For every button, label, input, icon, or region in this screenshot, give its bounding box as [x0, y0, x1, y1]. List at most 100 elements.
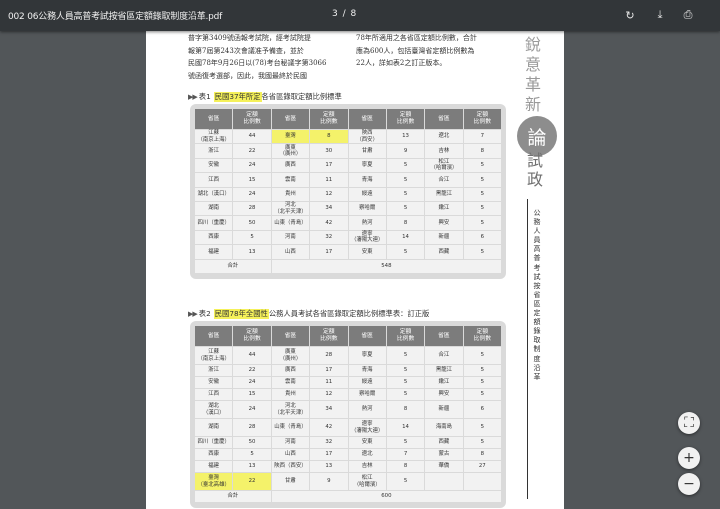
table-cell: 吉林: [425, 144, 463, 158]
table-cell: 松江 （哈爾濱）: [348, 473, 386, 490]
table-cell: 西藏: [425, 245, 463, 259]
table-cell: 34: [310, 201, 348, 216]
table-row: 江蘇 （南京上海） 44 廣東 （廣州） 28 寧夏 5 合江 5: [195, 347, 501, 364]
vertical-char: 公: [533, 209, 541, 217]
table-row: 江西 15 雲南 11 青海 5 合江 5: [195, 173, 501, 187]
table-cell: 15: [233, 173, 271, 187]
table-cell: 5: [463, 389, 501, 400]
table-cell: 5: [386, 473, 425, 490]
table-cell: [463, 473, 501, 490]
table-cell: 安徽: [195, 158, 233, 173]
table-cell: 陝西（西安）: [348, 130, 386, 144]
table-row: 湖北 （漢口） 24 河北 （北平天津） 34 熱河 8 新疆 6: [195, 401, 501, 418]
table-cell: 5: [233, 230, 271, 245]
zoom-out-button[interactable]: −: [678, 473, 700, 495]
table-cell: 24: [233, 158, 271, 173]
table-cell: 28: [233, 201, 271, 216]
table-cell: 5: [463, 173, 501, 187]
table-cell: 5: [463, 365, 501, 376]
table-cell: 44: [233, 347, 271, 364]
table-row: 福建 13 陝西（西安） 13 吉林 8 華僑 27: [195, 461, 501, 472]
download-icon[interactable]: ⤓: [652, 7, 668, 23]
vertical-char: 政: [526, 170, 543, 189]
table-cell: 湖北（漢口）: [195, 401, 233, 418]
table-cell: 11: [310, 173, 348, 187]
sidebar-vertical-title: 銳意革新: [522, 35, 544, 115]
left-paragraph: 普字第3409號函報考試院，經考試院提 報第7屆第243次會議准予備查，並於 民…: [188, 32, 326, 83]
table-cell: 嫩江: [425, 201, 463, 216]
vertical-char: 銳: [524, 35, 541, 54]
table-cell: 察哈爾: [348, 389, 386, 400]
page-indicator[interactable]: 3 / 8: [332, 9, 357, 19]
table-cell: 吉林: [348, 461, 386, 472]
table-cell: 青海: [348, 365, 386, 376]
table-cell: 30: [310, 144, 348, 158]
table-cell: 42: [310, 216, 348, 230]
table-cell: 江蘇 （南京上海）: [195, 347, 233, 364]
table-cell: 熱河: [348, 401, 386, 418]
table-cell: 甘肅: [271, 473, 310, 490]
table-cell: 山西: [271, 449, 310, 460]
vertical-char: 度: [533, 354, 541, 363]
table-cell: 12: [310, 187, 348, 201]
table2: 省區 定額 比例數 省區 定額 比例數 省區 定額 比例數 省區 定額 比例數 江蘇 （南京上海） 44 廣東…: [194, 325, 502, 503]
table-cell: 山西: [271, 245, 310, 259]
table-cell: 湖南: [195, 201, 233, 216]
print-icon[interactable]: ⎙: [680, 7, 696, 23]
table-cell: 8: [386, 401, 425, 418]
table-cell: 江西: [195, 389, 233, 400]
sidebar-circle-char: 論: [517, 116, 557, 156]
table-cell: 6: [463, 401, 501, 418]
table-row: 浙江 22 廣西 17 青海 5 黑龍江 5: [195, 365, 501, 376]
vertical-char: 員: [533, 236, 541, 245]
zoom-in-button[interactable]: +: [678, 447, 700, 469]
total-label: 合計: [195, 491, 271, 502]
vertical-char: 革: [533, 372, 541, 381]
table-header-cell: 省區: [425, 109, 463, 129]
table-cell: 50: [233, 437, 271, 448]
table-cell: 四川（重慶）: [195, 437, 233, 448]
table-cell: 雲南: [271, 377, 310, 388]
table-cell: 28: [310, 347, 348, 364]
table-cell: 5: [463, 201, 501, 216]
table2-label: 表2: [198, 309, 211, 318]
table-cell: 黑龍江: [425, 365, 463, 376]
table-cell: 44: [233, 130, 271, 144]
table-cell: 綏遠: [348, 377, 386, 388]
fit-page-icon[interactable]: ⛶: [678, 412, 700, 434]
vertical-char: 考: [533, 263, 541, 272]
table-cell: 5: [386, 347, 425, 364]
table-cell: 27: [463, 461, 501, 472]
table-header-cell: 省區: [271, 326, 310, 346]
table-header-cell: 省區: [195, 109, 233, 129]
table-cell: 興安: [425, 216, 463, 230]
table-header-cell: 省區: [271, 109, 310, 129]
vertical-char: 試: [526, 151, 543, 170]
table-cell: 17: [310, 158, 348, 173]
table-row: 江蘇 （南京上海） 44 臺灣 8 陝西 （西安） 13 遼北 7: [195, 130, 501, 144]
table-cell: 四川（重慶）: [195, 216, 233, 230]
table-cell: 5: [386, 158, 425, 173]
table-header-cell: 省區: [348, 326, 386, 346]
table-cell: 綏遠: [348, 187, 386, 201]
right-paragraph: 78年所適用之各省區定額比例數，合計 應為600人，包括臺灣省定額比例數為 22…: [356, 32, 477, 70]
vertical-char: 錄: [533, 327, 541, 336]
rotate-icon[interactable]: ↻: [622, 7, 638, 23]
table-row: 湖南 28 河北 （北平天津） 34 察哈爾 5 嫩江 5: [195, 201, 501, 216]
highlighted-text: 民國78年全國性: [213, 309, 269, 319]
table-cell: 河北 （北平天津）: [271, 201, 310, 216]
table-cell: 西康: [195, 230, 233, 245]
table-cell: 5: [463, 377, 501, 388]
table-header-cell: 定額 比例數: [310, 326, 348, 346]
table-cell: 西藏: [425, 437, 463, 448]
text-line: 應為600人，包括臺灣省定額比例數為: [356, 46, 475, 55]
table-cell: 5: [463, 216, 501, 230]
table-cell: 嫩江: [425, 377, 463, 388]
table-cell: 熱河: [348, 216, 386, 230]
table-row: 安徽 24 雲南 11 綏遠 5 嫩江 5: [195, 377, 501, 388]
table-cell: 13: [233, 245, 271, 259]
table-cell: 貴州: [271, 389, 310, 400]
table-cell: 寧夏: [348, 347, 386, 364]
pdf-page: 普字第3409號函報考試院，經考試院提 報第7屆第243次會議准予備查，並於 民…: [146, 31, 564, 509]
table-cell: 安徽: [195, 377, 233, 388]
